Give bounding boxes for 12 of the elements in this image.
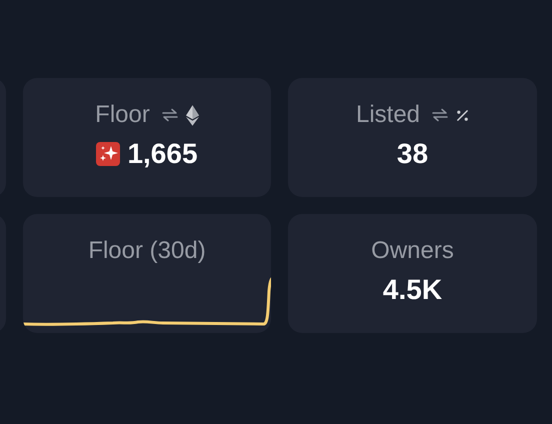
stat-label: Listed bbox=[356, 101, 420, 129]
ethereum-icon[interactable] bbox=[186, 104, 199, 126]
percent-icon[interactable] bbox=[456, 108, 470, 122]
stat-label: Owners bbox=[371, 237, 454, 265]
stat-label: Floor (30d) bbox=[88, 237, 206, 265]
stat-value: 38 bbox=[396, 138, 428, 170]
sparkle-icon bbox=[96, 142, 120, 166]
swap-arrows-icon[interactable] bbox=[432, 108, 448, 122]
stat-value: 4.5K bbox=[382, 274, 442, 306]
stat-value: 1,665 bbox=[127, 138, 198, 170]
swap-arrows-icon[interactable] bbox=[162, 108, 178, 122]
stat-label: Floor bbox=[95, 101, 150, 129]
